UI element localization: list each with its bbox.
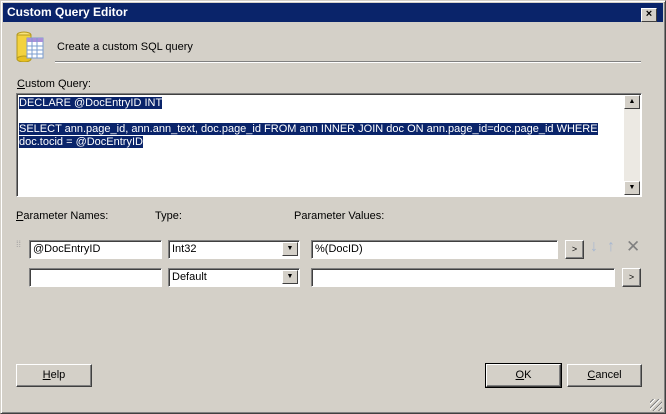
header-subtitle: Create a custom SQL query xyxy=(57,41,193,53)
type-value: Default xyxy=(172,271,207,283)
query-line-1: DECLARE @DocEntryID INT xyxy=(19,97,163,109)
scroll-up-button[interactable]: ▲ xyxy=(624,95,640,109)
query-line-4: doc.tocid = @DocEntryID xyxy=(19,136,143,148)
help-button-label: Help xyxy=(42,369,66,381)
vertical-scrollbar[interactable]: ▲ ▼ xyxy=(624,95,640,195)
parameter-name-input[interactable]: @DocEntryID xyxy=(29,240,162,259)
resize-grip-icon[interactable] xyxy=(650,399,662,411)
browse-value-button[interactable]: > xyxy=(622,268,641,287)
parameter-name-input[interactable] xyxy=(29,268,162,287)
dropdown-arrow-icon[interactable]: ▼ xyxy=(282,270,298,284)
cancel-button[interactable]: Cancel xyxy=(567,364,642,387)
parameter-names-label: Parameter Names: xyxy=(16,210,109,222)
browse-value-button[interactable]: > xyxy=(565,240,584,259)
database-table-icon xyxy=(15,30,47,63)
scroll-down-button[interactable]: ▼ xyxy=(624,181,640,195)
parameter-value-input[interactable]: %(DocID) xyxy=(311,240,558,259)
parameter-value-input[interactable] xyxy=(311,268,615,287)
dropdown-arrow-icon[interactable]: ▼ xyxy=(282,242,298,256)
drag-handle-icon[interactable]: ⁞⁞ xyxy=(16,240,21,249)
header-separator xyxy=(55,61,641,63)
move-down-icon[interactable]: ↓ xyxy=(590,238,598,256)
type-value: Int32 xyxy=(172,243,197,255)
ok-button-label: OK xyxy=(515,369,532,381)
ok-button[interactable]: OK xyxy=(485,363,562,388)
type-label: Type: xyxy=(155,210,182,222)
delete-parameter-icon[interactable]: ✕ xyxy=(626,237,640,257)
parameter-type-select[interactable]: Int32 ▼ xyxy=(168,240,300,259)
title-bar: Custom Query Editor × xyxy=(3,3,663,22)
cancel-button-label: Cancel xyxy=(587,369,622,381)
parameter-values-label: Parameter Values: xyxy=(294,210,385,222)
parameter-type-select[interactable]: Default ▼ xyxy=(168,268,300,287)
window-title: Custom Query Editor xyxy=(7,5,128,19)
close-icon: × xyxy=(645,8,653,20)
move-up-icon[interactable]: ↑ xyxy=(607,238,615,256)
query-line-3: SELECT ann.page_id, ann.ann_text, doc.pa… xyxy=(19,123,598,135)
custom-query-textarea[interactable]: DECLARE @DocEntryID INT SELECT ann.page_… xyxy=(16,93,642,197)
help-button[interactable]: Help xyxy=(16,364,92,387)
close-button[interactable]: × xyxy=(641,8,657,22)
custom-query-label: Custom Query: xyxy=(17,78,91,90)
